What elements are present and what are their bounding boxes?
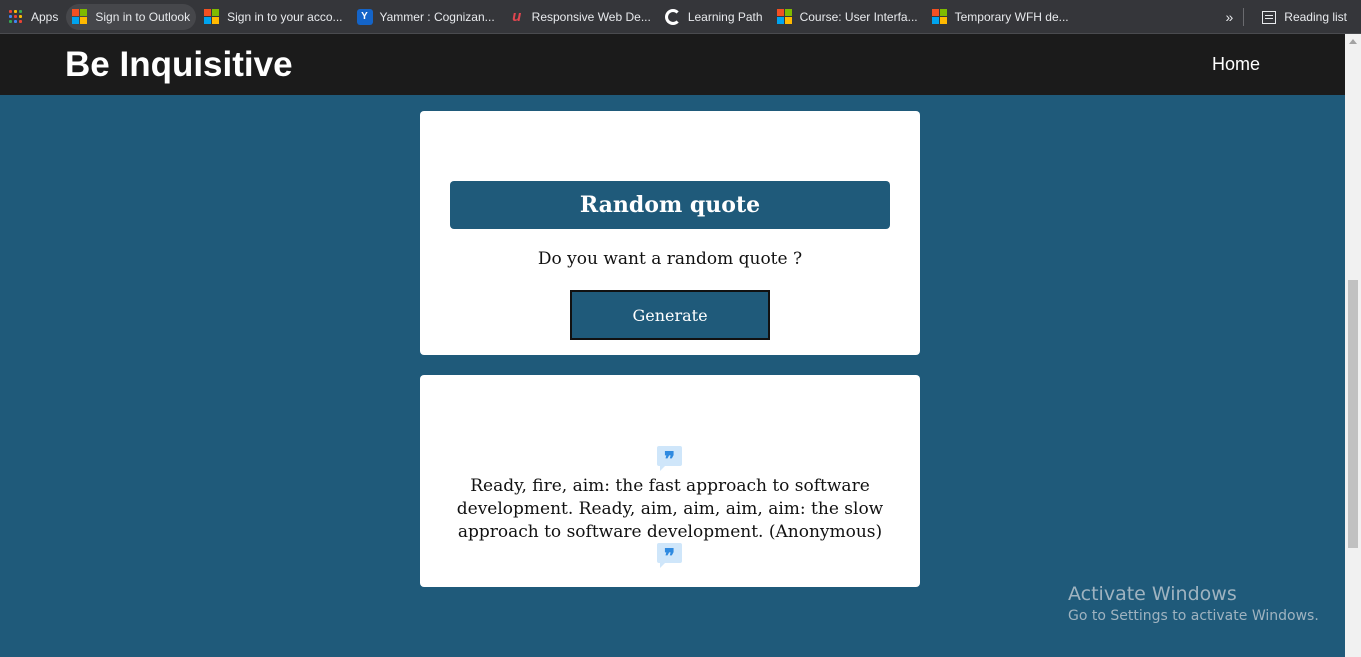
bookmark-course[interactable]: Course: User Interfa... bbox=[771, 4, 924, 30]
quote-close-icon: ❞ bbox=[657, 543, 682, 568]
bookmark-yammer[interactable]: Y Yammer : Cognizan... bbox=[351, 4, 501, 30]
microsoft-icon bbox=[776, 8, 793, 25]
bookmark-learning-path[interactable]: Learning Path bbox=[659, 4, 769, 30]
reading-list-button[interactable]: Reading list bbox=[1256, 4, 1353, 30]
bookmark-label: Temporary WFH de... bbox=[954, 9, 1069, 24]
bookmark-label: Learning Path bbox=[687, 9, 763, 24]
quote-card: ❞ Ready, fire, aim: the fast approach to… bbox=[420, 375, 920, 587]
bookmark-label: Course: User Interfa... bbox=[799, 9, 918, 24]
bookmark-label: Apps bbox=[31, 9, 59, 24]
bookmark-label: Sign in to Outlook bbox=[95, 9, 191, 24]
bookmarks-overflow-button[interactable]: » bbox=[1216, 9, 1244, 25]
bookmark-outlook[interactable]: Sign in to Outlook bbox=[66, 3, 197, 30]
generator-card: Random quote Do you want a random quote … bbox=[420, 111, 920, 355]
generator-prompt: Do you want a random quote ? bbox=[537, 249, 803, 269]
page-scrollbar[interactable] bbox=[1345, 34, 1361, 657]
bookmark-label: Yammer : Cognizan... bbox=[379, 9, 495, 24]
reading-list-label: Reading list bbox=[1284, 10, 1347, 24]
bookmark-label: Sign in to your acco... bbox=[227, 9, 343, 24]
scrollbar-thumb[interactable] bbox=[1348, 280, 1358, 548]
yammer-icon: Y bbox=[356, 8, 373, 25]
bookmark-responsive-web[interactable]: u Responsive Web De... bbox=[503, 4, 657, 30]
card-header-title: Random quote bbox=[450, 181, 890, 229]
nav-home-link[interactable]: Home bbox=[1212, 54, 1260, 75]
scroll-up-arrow-icon[interactable] bbox=[1349, 39, 1357, 44]
udemy-icon: u bbox=[512, 7, 522, 25]
bookmarks-bar: Apps Sign in to Outlook Sign in to your … bbox=[0, 0, 1361, 34]
bookmark-label: Responsive Web De... bbox=[531, 9, 651, 24]
generate-button[interactable]: Generate bbox=[570, 290, 770, 340]
bookmarks-right: » Reading list bbox=[1216, 0, 1361, 34]
navbar: Be Inquisitive Home bbox=[0, 34, 1345, 95]
bookmark-account[interactable]: Sign in to your acco... bbox=[198, 4, 348, 30]
microsoft-icon bbox=[204, 8, 220, 25]
quote-text: Ready, fire, aim: the fast approach to s… bbox=[456, 476, 884, 542]
bookmark-apps[interactable]: Apps bbox=[2, 4, 64, 30]
activate-windows-subtitle: Go to Settings to activate Windows. bbox=[1068, 608, 1319, 624]
activate-windows-title: Activate Windows bbox=[1068, 583, 1237, 605]
apps-grid-icon bbox=[8, 9, 24, 25]
divider bbox=[1243, 8, 1245, 26]
microsoft-icon bbox=[931, 8, 948, 25]
reading-list-icon bbox=[1262, 10, 1277, 24]
quote-open-icon: ❞ bbox=[657, 446, 682, 471]
brand-title[interactable]: Be Inquisitive bbox=[65, 45, 293, 85]
bookmark-temporary-wfh[interactable]: Temporary WFH de... bbox=[926, 4, 1075, 30]
learning-path-icon bbox=[664, 8, 681, 25]
microsoft-icon bbox=[72, 8, 88, 25]
